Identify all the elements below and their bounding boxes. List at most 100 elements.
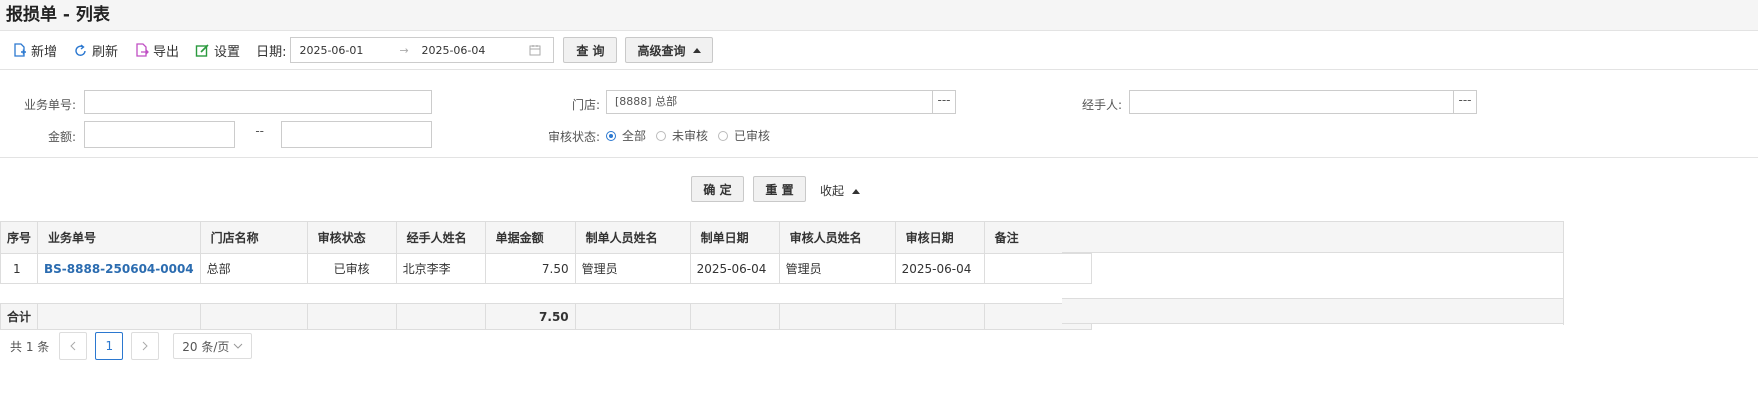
advanced-filter-panel: 业务单号: 门店: [8888] 总部 --- 经手人: --- 金额: -- … xyxy=(0,70,1758,158)
table-spacer xyxy=(1,284,1092,304)
column-header[interactable]: 制单日期 xyxy=(689,221,780,254)
column-header[interactable]: 单据金额 xyxy=(484,221,576,254)
refresh-label: 刷新 xyxy=(92,44,119,60)
page-button-current[interactable]: 1 xyxy=(95,332,124,360)
prev-page-button[interactable] xyxy=(59,332,88,360)
store-picker-button[interactable]: --- xyxy=(932,90,956,114)
date-from[interactable]: 2025-06-01 xyxy=(291,44,399,57)
audit-option-unaudited: 未审核 xyxy=(672,129,709,143)
export-button[interactable]: 导出 xyxy=(134,41,179,60)
radio-unchecked-icon xyxy=(718,130,729,141)
caret-up-icon xyxy=(693,48,702,53)
column-header[interactable]: 序号 xyxy=(0,221,39,254)
order-no-link[interactable]: BS-8888-250604-0004 xyxy=(37,253,201,284)
table-row[interactable]: 1 BS-8888-250604-0004 总部 已审核 北京李李 7.50 管… xyxy=(0,253,1092,284)
caret-up-icon xyxy=(852,188,861,194)
handler-label: 经手人: xyxy=(1081,98,1122,112)
table-right-border xyxy=(1563,221,1564,325)
chevron-left-icon xyxy=(70,341,76,351)
radio-unchecked-icon xyxy=(656,130,667,141)
table-total-filler xyxy=(1062,298,1563,324)
store-input[interactable]: [8888] 总部 xyxy=(606,90,933,114)
audit-option-audited: 已审核 xyxy=(734,129,771,143)
refresh-button[interactable]: 刷新 xyxy=(73,41,118,60)
refresh-icon xyxy=(75,43,86,56)
amount-cell: 7.50 xyxy=(484,253,576,284)
chevron-down-icon xyxy=(234,343,243,349)
column-header[interactable]: 审核人员姓名 xyxy=(778,221,896,254)
date-to[interactable]: 2025-06-04 xyxy=(421,44,523,57)
calendar-icon[interactable] xyxy=(529,44,541,56)
radio-checked-icon xyxy=(606,130,616,141)
table-header-filler xyxy=(1062,221,1563,253)
new-button[interactable]: 新增 xyxy=(12,41,57,60)
next-page-button[interactable] xyxy=(131,332,160,360)
confirm-button[interactable]: 确 定 xyxy=(691,176,744,202)
advanced-query-button[interactable]: 高级查询 xyxy=(625,37,714,63)
auditor-name-cell: 管理员 xyxy=(778,253,896,284)
order-no-input[interactable] xyxy=(84,90,432,114)
amount-min-input[interactable] xyxy=(84,121,235,148)
column-header[interactable]: 门店名称 xyxy=(199,221,308,254)
column-header[interactable]: 制单人员姓名 xyxy=(574,221,691,254)
page-title: 报损单 - 列表 xyxy=(0,0,1758,31)
audit-status-radio-group: 全部 未审核 已审核 xyxy=(606,127,780,144)
amount-max-input[interactable] xyxy=(281,121,432,148)
new-label: 新增 xyxy=(31,44,58,60)
total-empty-cell xyxy=(778,303,896,330)
store-name-cell: 总部 xyxy=(199,253,308,284)
pagination: 共 1 条 1 20 条/页 xyxy=(10,332,253,360)
page-size-select[interactable]: 20 条/页 xyxy=(173,333,253,359)
results-table: 序号 业务单号 门店名称 审核状态 经手人姓名 单据金额 制单人员姓名 制单日期… xyxy=(0,221,1092,330)
amount-separator: -- xyxy=(255,124,264,138)
chevron-right-icon xyxy=(142,341,148,351)
total-empty-cell xyxy=(306,303,397,330)
audit-radio-unaudited[interactable]: 未审核 xyxy=(656,127,708,144)
column-header[interactable]: 审核日期 xyxy=(894,221,985,254)
collapse-toggle[interactable]: 收起 xyxy=(820,182,861,199)
new-doc-icon xyxy=(14,42,26,57)
settings-label: 设置 xyxy=(214,44,241,60)
total-amount: 7.50 xyxy=(484,303,576,330)
column-header[interactable]: 审核状态 xyxy=(306,221,397,254)
date-label: 日期: xyxy=(256,44,287,60)
table-header-row: 序号 业务单号 门店名称 审核状态 经手人姓名 单据金额 制单人员姓名 制单日期… xyxy=(0,221,1092,254)
create-date-cell: 2025-06-04 xyxy=(689,253,780,284)
toolbar: 新增 刷新 导出 设置 日期: 2025-06-01 → 2025-06-04 … xyxy=(0,31,1758,70)
audit-radio-audited[interactable]: 已审核 xyxy=(718,127,770,144)
audit-date-cell: 2025-06-04 xyxy=(894,253,985,284)
total-empty-cell xyxy=(574,303,691,330)
order-no-label: 业务单号: xyxy=(23,98,76,112)
amount-label: 金额: xyxy=(47,130,76,144)
date-range-picker[interactable]: 2025-06-01 → 2025-06-04 xyxy=(290,37,555,63)
total-empty-cell xyxy=(689,303,780,330)
table-total-row: 合计 7.50 xyxy=(0,303,1092,330)
export-label: 导出 xyxy=(153,44,180,60)
column-header[interactable]: 业务单号 xyxy=(37,221,201,254)
creator-name-cell: 管理员 xyxy=(574,253,691,284)
audit-status-label: 审核状态: xyxy=(547,130,600,144)
handler-input[interactable] xyxy=(1129,90,1454,114)
total-empty-cell xyxy=(395,303,486,330)
total-empty-cell xyxy=(199,303,308,330)
total-count: 共 1 条 xyxy=(10,339,50,354)
audit-option-all: 全部 xyxy=(622,129,647,143)
total-empty-cell xyxy=(37,303,201,330)
remark-cell xyxy=(983,253,1092,284)
advanced-query-label: 高级查询 xyxy=(637,43,686,58)
filter-actions: 确 定 重 置 收起 xyxy=(0,158,1758,224)
handler-name-cell: 北京李李 xyxy=(395,253,486,284)
audit-radio-all[interactable]: 全部 xyxy=(606,127,646,144)
reset-button[interactable]: 重 置 xyxy=(753,176,806,202)
page-size-value: 20 条/页 xyxy=(182,339,230,354)
collapse-label: 收起 xyxy=(820,184,845,198)
row-index: 1 xyxy=(0,253,39,284)
query-button[interactable]: 查 询 xyxy=(563,37,618,63)
handler-picker-button[interactable]: --- xyxy=(1453,90,1477,114)
total-label: 合计 xyxy=(0,303,39,330)
settings-button[interactable]: 设置 xyxy=(195,41,240,60)
audit-status-cell: 已审核 xyxy=(306,253,397,284)
store-label: 门店: xyxy=(571,98,600,112)
column-header[interactable]: 经手人姓名 xyxy=(395,221,486,254)
total-empty-cell xyxy=(894,303,985,330)
